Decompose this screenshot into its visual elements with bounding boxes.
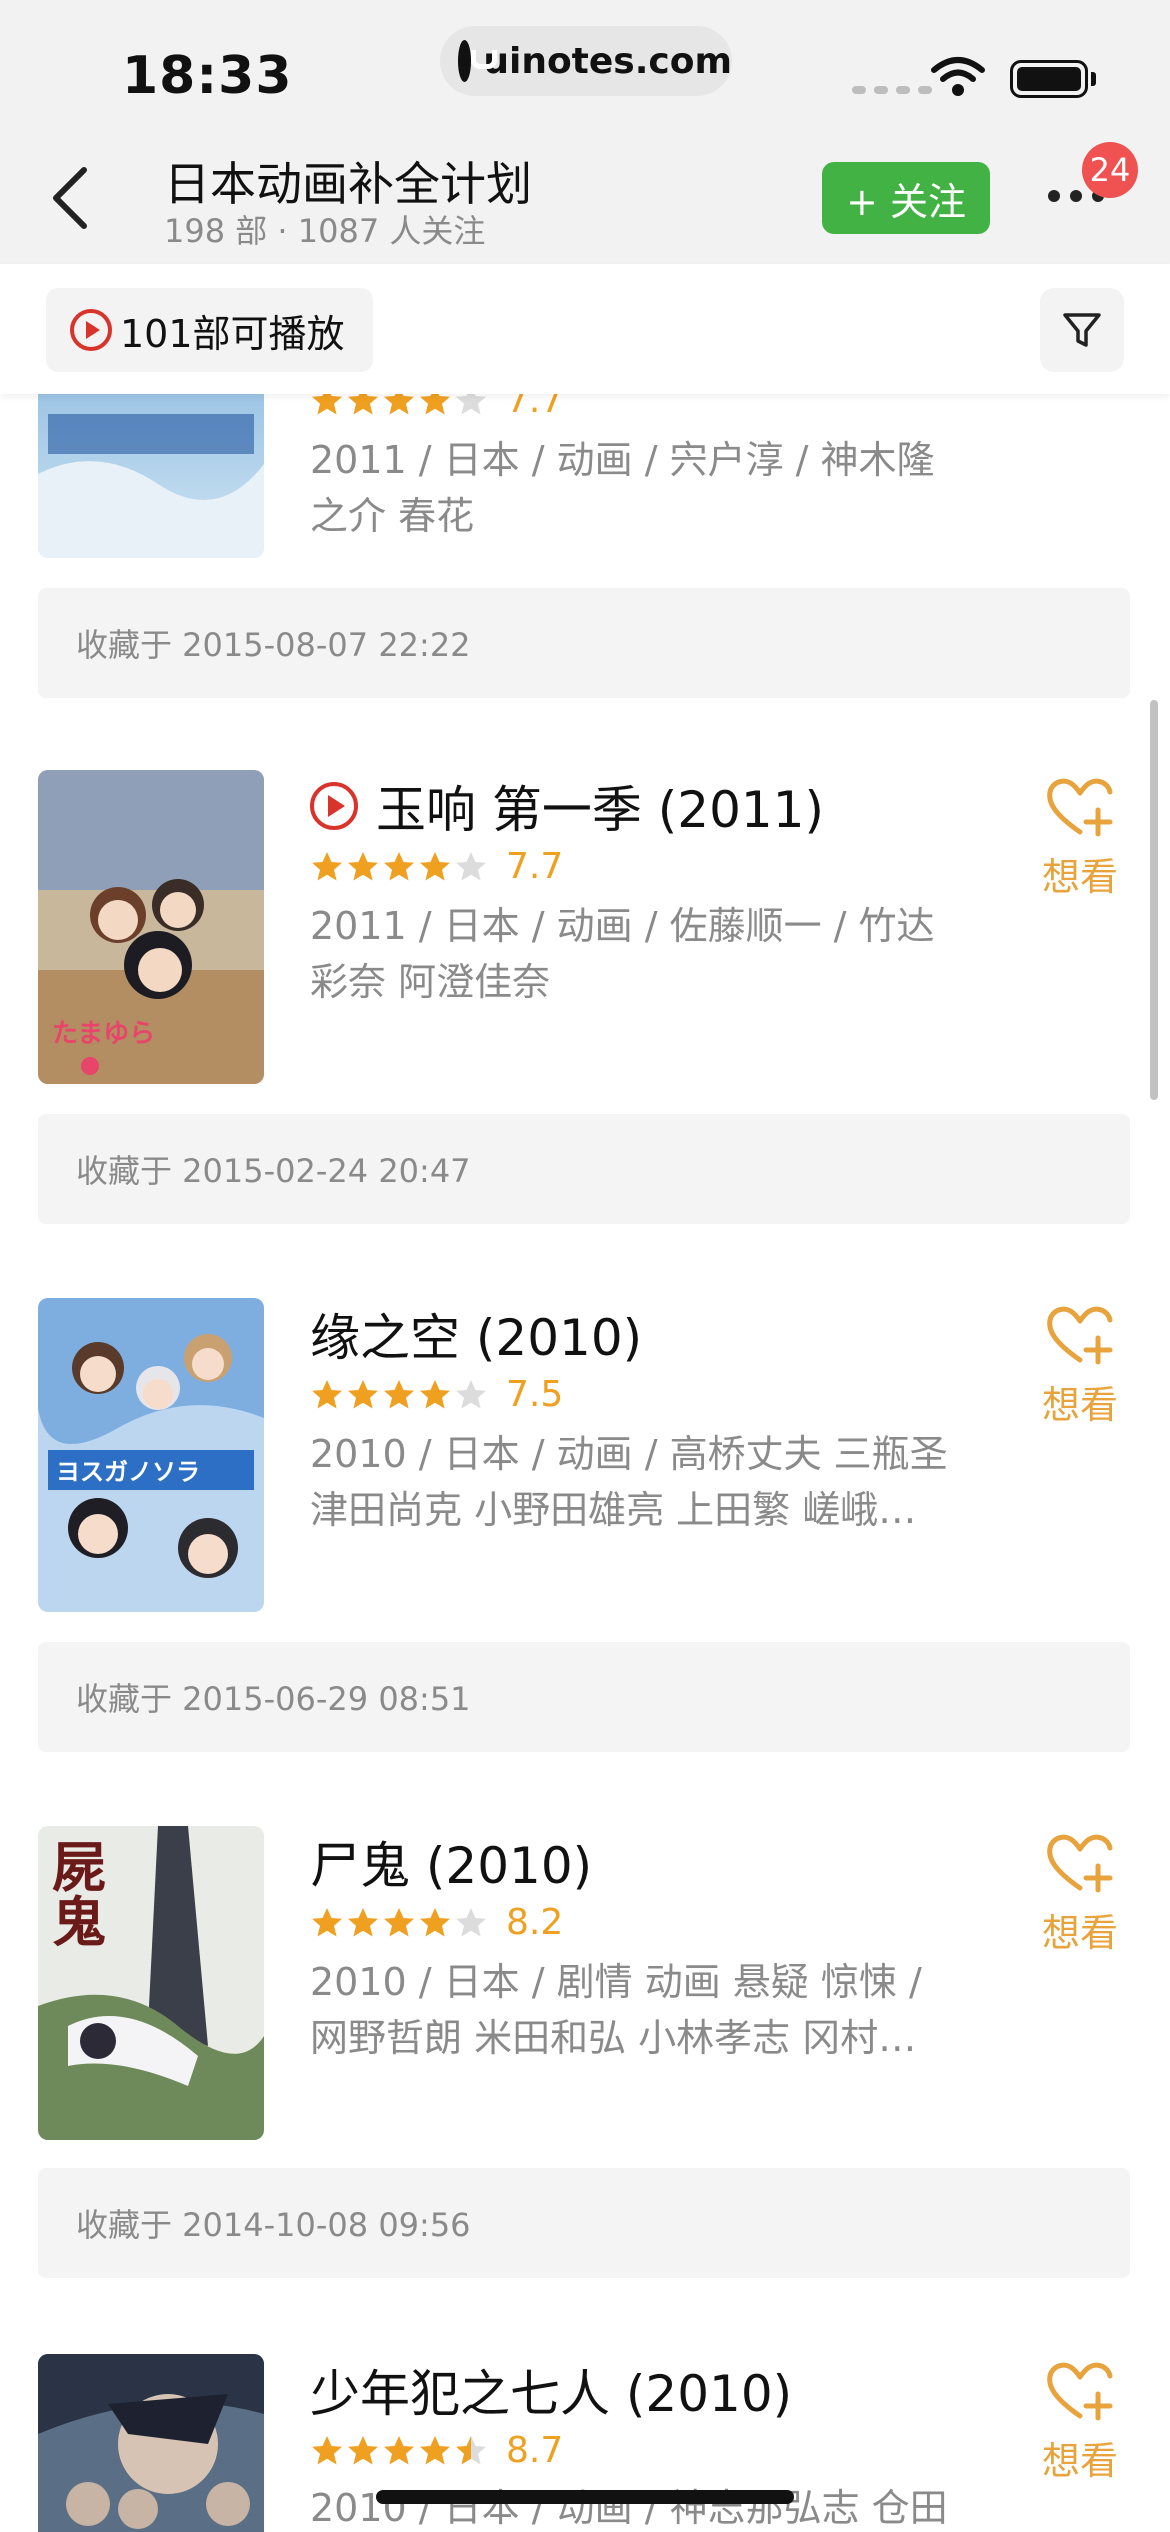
- rating: 7.7: [310, 846, 563, 887]
- item-meta: 2010 / 日本 / 剧情 动画 悬疑 惊悚 / 网野哲朗 米田和弘 小林孝志…: [310, 1960, 922, 2060]
- battery-icon: [1010, 60, 1088, 98]
- item-title[interactable]: 缘之空 (2010): [310, 1298, 642, 1370]
- play-circle-icon: [310, 782, 358, 830]
- poster-image[interactable]: ヨスガノソラ: [38, 1298, 264, 1612]
- item-title[interactable]: 少年犯之七人 (2010): [310, 2354, 792, 2426]
- notification-badge: 24: [1082, 142, 1138, 198]
- url-pill[interactable]: uinotes.com: [440, 26, 732, 96]
- header: 18:33 uinotes.com 日本动画补全计划 198 部 · 1087 …: [0, 0, 1170, 264]
- star-icon: [420, 851, 450, 880]
- want-to-watch-label: 想看: [1041, 855, 1118, 899]
- collected-date: 收藏于 2015-02-24 20:47: [38, 1114, 1130, 1224]
- heart-plus-icon: [1044, 2362, 1116, 2426]
- collected-date: 收藏于 2015-06-29 08:51: [38, 1642, 1130, 1752]
- star-icon: [312, 851, 342, 880]
- item-title[interactable]: 玉响 第一季 (2011): [310, 770, 824, 842]
- want-to-watch-button[interactable]: 想看: [1040, 1304, 1120, 1429]
- star-icon: [384, 1379, 414, 1408]
- wifi-icon: [931, 57, 985, 96]
- svg-text:ヨスガノソラ: ヨスガノソラ: [56, 1458, 200, 1486]
- item-meta: 2011 / 日本 / 动画 / 宍户淳 / 神木隆之介 春花: [310, 438, 935, 538]
- score: 7.7: [506, 846, 564, 887]
- poster-image[interactable]: たまゆら: [38, 770, 264, 1084]
- filter-button[interactable]: [1040, 288, 1124, 372]
- star-icon: [420, 1907, 450, 1936]
- star-icon: [348, 1907, 378, 1936]
- star-icon: [384, 851, 414, 880]
- want-to-watch-label: 想看: [1041, 1911, 1118, 1955]
- star-icon: [456, 2435, 486, 2464]
- star-rating: [310, 2434, 488, 2468]
- want-to-watch-label: 想看: [1041, 2439, 1118, 2483]
- filter-funnel-icon: [1063, 313, 1101, 347]
- rating: 8.2: [310, 1902, 563, 1943]
- site-logo-icon: [458, 40, 499, 82]
- star-icon: [384, 1907, 414, 1936]
- page-title: 日本动画补全计划: [164, 157, 532, 211]
- back-chevron-icon[interactable]: [44, 160, 100, 236]
- star-rating: [310, 1378, 488, 1412]
- heart-plus-icon: [1044, 778, 1116, 842]
- home-indicator[interactable]: [376, 2490, 794, 2504]
- collected-date: 收藏于 2014-10-08 09:56: [38, 2168, 1130, 2278]
- want-to-watch-button[interactable]: 想看: [1040, 1832, 1120, 1957]
- star-icon: [456, 1379, 486, 1408]
- item-meta: 2011 / 日本 / 动画 / 佐藤顺一 / 竹达彩奈 阿澄佳奈: [310, 904, 935, 1004]
- playable-filter-label: 101部可播放: [120, 311, 345, 356]
- heart-plus-icon: [1044, 1306, 1116, 1370]
- item-title-text: 少年犯之七人 (2010): [310, 2365, 793, 2423]
- score: 8.2: [506, 1902, 564, 1943]
- star-icon: [420, 1379, 450, 1408]
- star-icon: [456, 1907, 486, 1936]
- star-icon: [348, 1379, 378, 1408]
- svg-text:たまゆら: たまゆら: [52, 1019, 155, 1049]
- heart-plus-icon: [1044, 1834, 1116, 1898]
- item-title[interactable]: 尸鬼 (2010): [310, 1826, 592, 1898]
- star-icon: [348, 851, 378, 880]
- poster-image[interactable]: 屍 鬼: [38, 1826, 264, 2140]
- cellular-signal-icon: [852, 86, 932, 94]
- battery-nub: [1091, 72, 1096, 86]
- score: 8.7: [506, 2430, 564, 2471]
- filter-bar: 101部可播放: [0, 264, 1170, 394]
- star-icon: [312, 2435, 342, 2464]
- want-to-watch-button[interactable]: 想看: [1040, 2360, 1120, 2485]
- star-icon: [384, 2435, 414, 2464]
- item-title-text: 缘之空 (2010): [310, 1309, 643, 1367]
- score: 7.5: [506, 1374, 564, 1415]
- collected-date: 收藏于 2015-08-07 22:22: [38, 588, 1130, 698]
- rating: 7.5: [310, 1374, 563, 1415]
- rating: 8.7: [310, 2430, 563, 2471]
- star-rating: [310, 1906, 488, 1940]
- want-to-watch-label: 想看: [1041, 1383, 1118, 1427]
- want-to-watch-button[interactable]: 想看: [1040, 776, 1120, 901]
- item-title-text: 尸鬼 (2010): [310, 1837, 593, 1895]
- item-title-text: 玉响 第一季 (2011): [376, 781, 825, 839]
- play-circle-icon: [70, 309, 112, 351]
- url-text: uinotes.com: [483, 40, 732, 82]
- scrollbar[interactable]: [1150, 700, 1158, 1100]
- item-meta: 2010 / 日本 / 动画 / 神志那弘志 仓田: [310, 2486, 948, 2530]
- star-icon: [348, 2435, 378, 2464]
- svg-text:鬼: 鬼: [52, 1890, 106, 1954]
- star-icon: [420, 2435, 450, 2464]
- playable-filter-chip[interactable]: 101部可播放: [46, 288, 373, 372]
- poster-image[interactable]: [38, 2354, 264, 2532]
- status-time: 18:33: [122, 46, 293, 106]
- star-icon: [312, 1379, 342, 1408]
- star-icon: [456, 851, 486, 880]
- star-rating: [310, 850, 488, 884]
- page-subtitle: 198 部 · 1087 人关注: [164, 212, 486, 250]
- star-icon: [312, 1907, 342, 1936]
- follow-button[interactable]: + 关注: [822, 162, 990, 234]
- item-meta: 2010 / 日本 / 动画 / 高桥丈夫 三瓶圣津田尚克 小野田雄亮 上田繁 …: [310, 1432, 948, 1532]
